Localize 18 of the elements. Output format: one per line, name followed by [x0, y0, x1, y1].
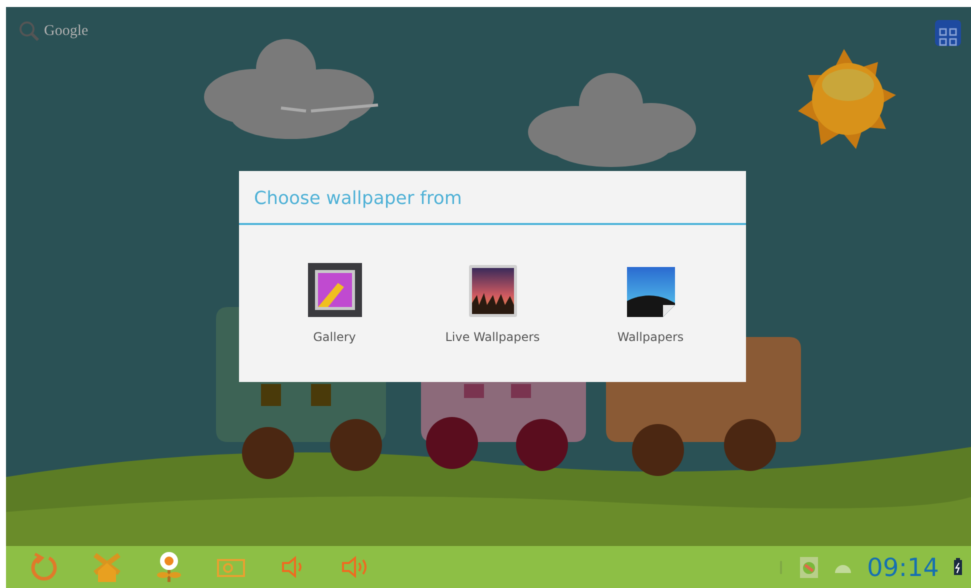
back-icon[interactable]: [30, 552, 58, 582]
house-icon[interactable]: [92, 551, 122, 583]
notification-icon: [798, 555, 819, 579]
search-icon: [18, 20, 40, 42]
wallpaper-source-option[interactable]: Wallpapers: [572, 262, 730, 346]
flower-icon[interactable]: [156, 551, 182, 583]
wallpaper-source-option[interactable]: Gallery: [256, 262, 414, 346]
search-button[interactable]: Google: [18, 20, 88, 42]
grid-icon: [939, 28, 957, 46]
battery-icon: [953, 558, 963, 576]
clock: 09:14: [866, 554, 939, 580]
wallpaper-source-option[interactable]: Live Wallpapers: [414, 262, 572, 346]
picture-frame-icon: [308, 262, 362, 317]
camera-icon[interactable]: [216, 556, 246, 578]
apps-button[interactable]: [935, 20, 961, 46]
landscape-picture-icon: [626, 266, 674, 317]
dialog-title: Choose wallpaper from: [253, 187, 463, 211]
sunset-picture-icon: [468, 264, 516, 317]
